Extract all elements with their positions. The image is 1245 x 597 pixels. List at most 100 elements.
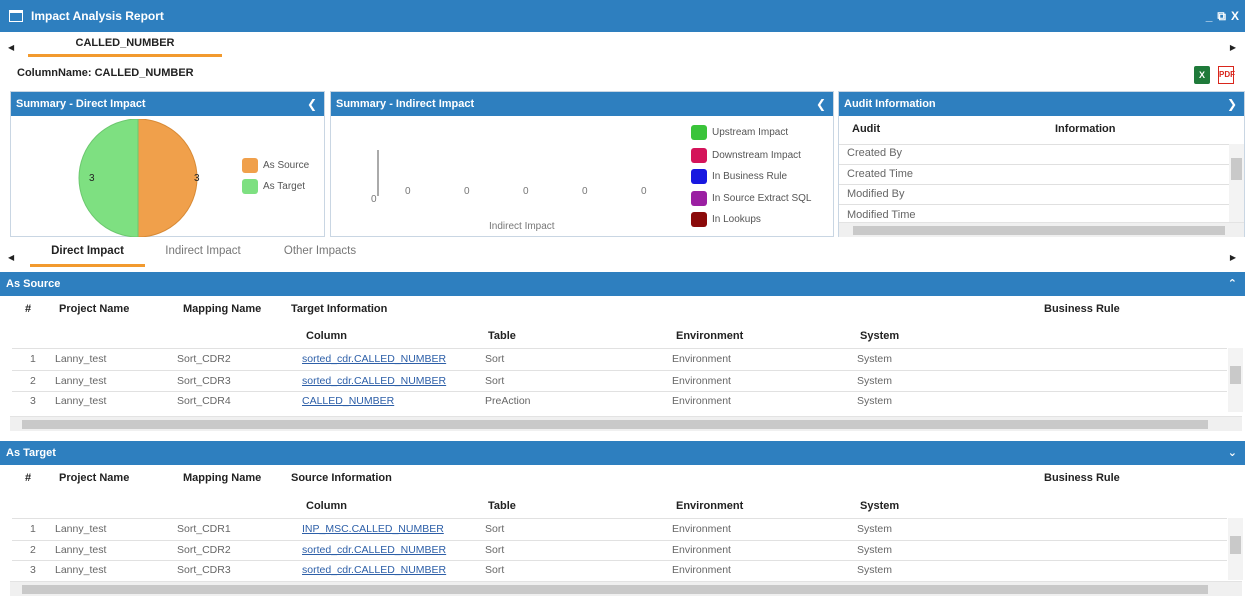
as-target-vertical-scrollbar[interactable] [1228, 518, 1243, 580]
header-environment: Environment [676, 330, 744, 342]
minimize-button[interactable]: _ [1206, 9, 1213, 24]
as-target-section-header[interactable]: As Target ⌄ [0, 441, 1245, 465]
cell-system: System [857, 353, 893, 365]
collapse-chevron-icon[interactable]: ❮ [307, 92, 317, 116]
cell-environment: Environment [672, 395, 731, 407]
row-divider [839, 144, 1229, 145]
header-environment: Environment [676, 500, 744, 512]
cell-project: Lanny_test [55, 395, 107, 407]
cell-column-link[interactable]: INP_MSC.CALLED_NUMBER [302, 523, 444, 535]
pdf-export-icon[interactable]: PDF [1218, 66, 1235, 84]
tab-scroll-right-icon[interactable]: ▶ [1230, 43, 1236, 52]
cell-column-link[interactable]: sorted_cdr.CALLED_NUMBER [302, 375, 446, 387]
scroll-thumb[interactable] [22, 420, 1208, 429]
cell-table: Sort [485, 375, 505, 387]
legend-swatch [242, 179, 258, 194]
legend-item-source-extract-sql: In Source Extract SQL [691, 191, 812, 206]
header-column: Column [306, 500, 347, 512]
header-project-name: Project Name [59, 472, 130, 484]
cell-table: Sort [485, 523, 505, 535]
tab-scroll-left-icon[interactable]: ◀ [8, 253, 14, 262]
cell-mapping: Sort_CDR4 [177, 395, 231, 407]
legend-swatch [691, 212, 707, 227]
header-table: Table [488, 500, 516, 512]
close-button[interactable]: X [1231, 9, 1239, 24]
cell-system: System [857, 395, 893, 407]
row-divider [12, 391, 1227, 392]
cell-system: System [857, 544, 893, 556]
header-mapping-name: Mapping Name [183, 472, 262, 484]
as-target-horizontal-scrollbar[interactable] [10, 581, 1242, 596]
scroll-thumb[interactable] [1230, 536, 1241, 554]
cell-column-link[interactable]: sorted_cdr.CALLED_NUMBER [302, 564, 446, 576]
header-business-rule: Business Rule [1044, 472, 1120, 484]
panel-title: Audit Information [844, 98, 936, 110]
header-system: System [860, 500, 900, 512]
pie-slice-as-source [137, 119, 198, 237]
legend-item-business-rule: In Business Rule [691, 169, 787, 184]
legend-swatch [691, 148, 707, 163]
audit-vertical-scrollbar[interactable] [1229, 144, 1244, 222]
header-project-name: Project Name [59, 303, 130, 315]
cell-table: Sort [485, 564, 505, 576]
header-table: Table [488, 330, 516, 342]
row-divider [12, 540, 1227, 541]
as-source-section-header[interactable]: As Source ⌃ [0, 272, 1245, 296]
expand-chevron-icon[interactable]: ⌄ [1228, 441, 1237, 465]
tab-called-number[interactable]: CALLED_NUMBER [28, 32, 222, 57]
restore-button[interactable]: ⧉ [1217, 9, 1226, 24]
x-axis-label: Indirect Impact [489, 221, 555, 232]
row-divider [12, 348, 1227, 349]
cell-column-link[interactable]: sorted_cdr.CALLED_NUMBER [302, 544, 446, 556]
audit-row-created-time: Created Time [847, 168, 914, 180]
scroll-thumb[interactable] [1230, 366, 1241, 384]
header-business-rule: Business Rule [1044, 303, 1120, 315]
cell-project: Lanny_test [55, 564, 107, 576]
tab-scroll-left-icon[interactable]: ◀ [8, 43, 14, 52]
window-titlebar: Impact Analysis Report _ ⧉ X [0, 0, 1245, 32]
cell-project: Lanny_test [55, 353, 107, 365]
scroll-thumb[interactable] [1231, 158, 1242, 180]
legend-item-downstream: Downstream Impact [691, 148, 801, 163]
legend-item-lookups: In Lookups [691, 212, 761, 227]
cell-table: PreAction [485, 395, 531, 407]
row-divider [12, 560, 1227, 561]
legend-item-as-target: As Target [242, 179, 305, 194]
cell-environment: Environment [672, 544, 731, 556]
cell-table: Sort [485, 353, 505, 365]
scroll-thumb[interactable] [853, 226, 1225, 235]
cell-number: 2 [30, 375, 36, 387]
legend-swatch [691, 169, 707, 184]
excel-export-icon[interactable]: X [1194, 66, 1210, 84]
cell-mapping: Sort_CDR1 [177, 523, 231, 535]
as-source-vertical-scrollbar[interactable] [1228, 348, 1243, 412]
panel-header: Summary - Direct Impact ❮ [11, 92, 324, 116]
indirect-impact-summary-panel: Summary - Indirect Impact ❮ 0 0 0 0 0 0 … [330, 91, 834, 237]
expand-chevron-icon[interactable]: ❯ [1227, 92, 1237, 116]
row-divider [12, 518, 1227, 519]
tab-indirect-impact[interactable]: Indirect Impact [162, 245, 244, 267]
tab-direct-impact[interactable]: Direct Impact [30, 245, 145, 267]
column-name-label: ColumnName: CALLED_NUMBER [17, 67, 194, 79]
cell-mapping: Sort_CDR2 [177, 544, 231, 556]
tab-other-impacts[interactable]: Other Impacts [282, 245, 358, 267]
cell-column-link[interactable]: sorted_cdr.CALLED_NUMBER [302, 353, 446, 365]
legend-label: In Business Rule [712, 171, 788, 182]
as-source-horizontal-scrollbar[interactable] [10, 416, 1242, 431]
header-source-information: Source Information [291, 472, 392, 484]
audit-horizontal-scrollbar[interactable] [839, 222, 1244, 237]
panel-header: Summary - Indirect Impact ❮ [331, 92, 833, 116]
scroll-thumb[interactable] [22, 585, 1208, 594]
cell-column-link[interactable]: CALLED_NUMBER [302, 395, 394, 407]
cell-mapping: Sort_CDR3 [177, 564, 231, 576]
header-system: System [860, 330, 900, 342]
collapse-chevron-icon[interactable]: ⌃ [1228, 272, 1237, 296]
header-target-information: Target Information [291, 303, 388, 315]
cell-environment: Environment [672, 564, 731, 576]
pie-label-target: 3 [89, 173, 95, 184]
collapse-chevron-icon[interactable]: ❮ [816, 92, 826, 116]
tab-scroll-right-icon[interactable]: ▶ [1230, 253, 1236, 262]
information-column-header: Information [1055, 123, 1116, 135]
row-divider [839, 184, 1229, 185]
cell-environment: Environment [672, 353, 731, 365]
